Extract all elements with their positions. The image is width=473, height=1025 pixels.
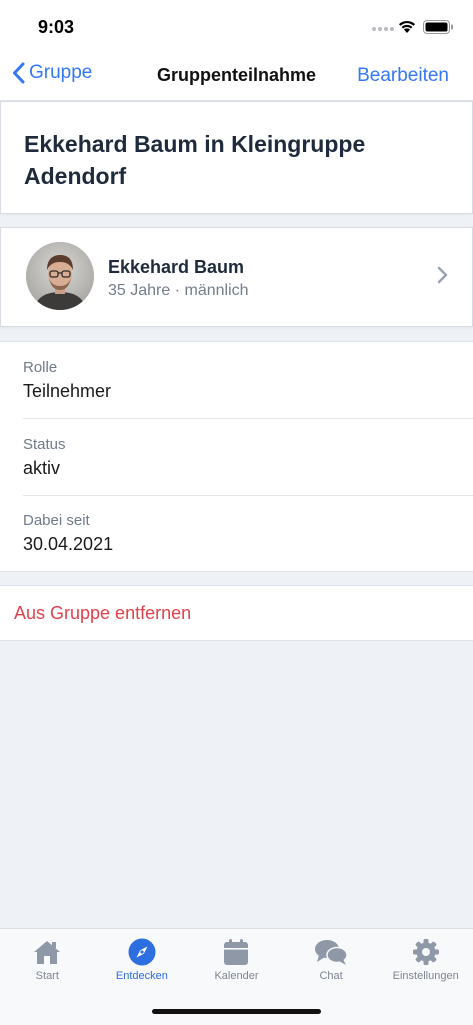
tab-entdecken[interactable]: Entdecken (95, 929, 190, 989)
detail-value: aktiv (23, 458, 61, 478)
calendar-icon (224, 939, 249, 965)
person-card[interactable]: Ekkehard Baum 35 Jahre · männlich (0, 227, 473, 327)
detail-label: Rolle (23, 359, 58, 376)
tab-einstellungen[interactable]: Einstellungen (378, 929, 473, 989)
battery-icon (423, 20, 453, 34)
tab-label: Kalender (214, 970, 259, 982)
wifi-icon (399, 20, 415, 33)
signal-icon (372, 27, 394, 31)
membership-title-card: Ekkehard Baum in Kleingruppe Adendorf (0, 101, 473, 214)
chat-icon (315, 940, 348, 965)
membership-title: Ekkehard Baum in Kleingruppe Adendorf (24, 131, 366, 189)
gear-icon (412, 939, 439, 965)
person-meta: 35 Jahre · männlich (108, 282, 249, 299)
remove-from-group-button[interactable]: Aus Gruppe entfernen (0, 585, 473, 641)
navigation-bar: Gruppe Gruppenteilnahme Bearbeiten (0, 52, 473, 101)
compass-icon (128, 938, 156, 966)
tab-label: Entdecken (115, 970, 168, 982)
tab-label: Einstellungen (392, 970, 459, 982)
detail-row-status: Status aktiv (23, 419, 473, 496)
tab-start[interactable]: Start (0, 929, 95, 989)
detail-value: 30.04.2021 (23, 534, 114, 554)
detail-row-role: Rolle Teilnehmer (23, 342, 473, 419)
detail-value: Teilnehmer (23, 381, 112, 401)
remove-label: Aus Gruppe entfernen (14, 603, 192, 623)
person-name: Ekkehard Baum (108, 257, 245, 277)
tab-label: Start (35, 970, 59, 982)
detail-label: Status (23, 436, 66, 453)
detail-label: Dabei seit (23, 512, 90, 529)
avatar (26, 242, 94, 310)
tab-chat[interactable]: Chat (284, 929, 379, 989)
membership-details: Rolle Teilnehmer Status aktiv Dabei seit… (0, 341, 473, 572)
status-time: 9:03 (38, 17, 75, 37)
edit-button[interactable]: Bearbeiten (357, 65, 449, 87)
home-icon (34, 941, 61, 964)
tab-label: Chat (319, 970, 343, 982)
chevron-right-icon (437, 266, 448, 284)
status-bar: 9:03 (0, 0, 473, 52)
tab-kalender[interactable]: Kalender (189, 929, 284, 989)
detail-row-since: Dabei seit 30.04.2021 (23, 495, 473, 571)
home-indicator (152, 1009, 321, 1014)
